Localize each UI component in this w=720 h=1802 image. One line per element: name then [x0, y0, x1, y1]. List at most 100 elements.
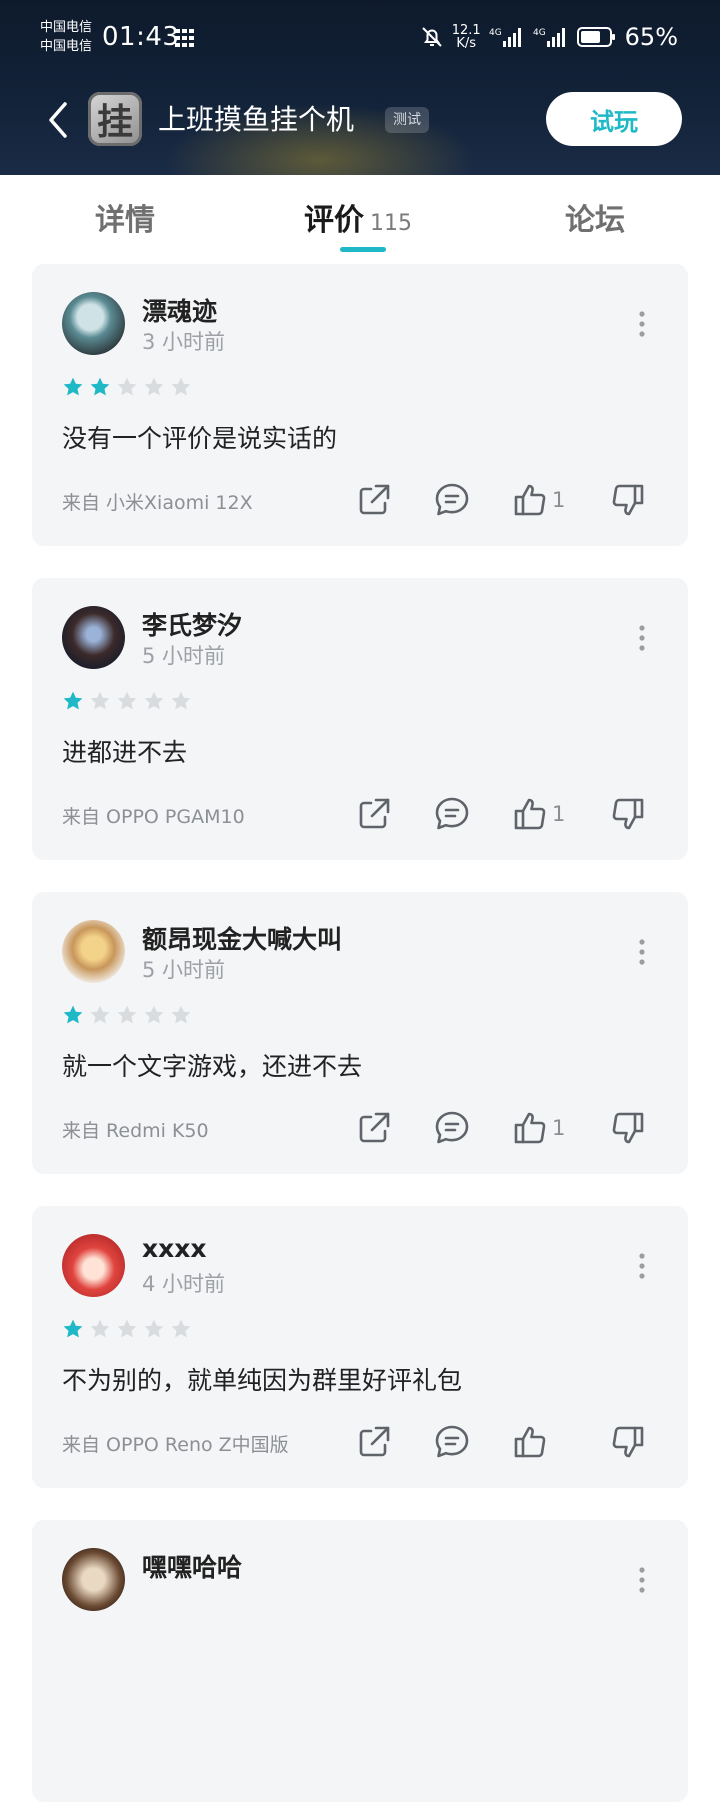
- clock: 01:43: [102, 22, 180, 52]
- status-icons: 12.1 K/s 4G 4G 65%: [420, 22, 678, 52]
- comment-button[interactable]: [430, 478, 474, 522]
- tab-forum[interactable]: 论坛: [565, 195, 625, 239]
- review-username[interactable]: 嘿嘿哈哈: [142, 1548, 242, 1584]
- star-empty-icon: [144, 1005, 164, 1024]
- try-play-button[interactable]: 试玩: [546, 92, 682, 146]
- more-options-button[interactable]: [636, 624, 648, 652]
- review-time: 3 小时前: [142, 330, 226, 354]
- comment-button[interactable]: [430, 1420, 474, 1464]
- share-button[interactable]: [352, 792, 396, 836]
- more-options-button[interactable]: [636, 1252, 648, 1280]
- review-username[interactable]: xxxx: [142, 1234, 207, 1263]
- share-icon: [359, 1112, 390, 1143]
- review-username[interactable]: 额昂现金大喊大叫: [142, 920, 342, 956]
- review-card[interactable]: 嘿嘿哈哈: [32, 1520, 688, 1802]
- review-text: 没有一个评价是说实话的: [62, 424, 338, 453]
- thumbs-down-icon: [612, 484, 644, 516]
- dislike-button[interactable]: [606, 792, 650, 836]
- comment-button[interactable]: [430, 1106, 474, 1150]
- share-button[interactable]: [352, 1106, 396, 1150]
- review-device: 来自 小米Xiaomi 12X: [62, 492, 253, 514]
- review-username[interactable]: 李氏梦汐: [142, 606, 242, 642]
- thumbs-up-icon: [514, 1426, 546, 1458]
- review-time: 4 小时前: [142, 1272, 226, 1296]
- review-time: 5 小时前: [142, 958, 226, 982]
- signal-icon-1: 4G: [489, 28, 521, 47]
- back-button[interactable]: [40, 96, 76, 144]
- dislike-button[interactable]: [606, 1106, 650, 1150]
- carrier-info: 中国电信 中国电信: [40, 18, 92, 56]
- like-button[interactable]: [508, 478, 552, 522]
- user-avatar[interactable]: [62, 606, 125, 669]
- battery-icon: [576, 27, 615, 47]
- star-empty-icon: [171, 1005, 191, 1024]
- review-actions: 1: [352, 478, 650, 522]
- svg-text:4G: 4G: [533, 28, 546, 38]
- review-card[interactable]: 漂魂迹 3 小时前没有一个评价是说实话的来自 小米Xiaomi 12X 1: [32, 264, 688, 546]
- star-filled-icon: [63, 691, 83, 710]
- like-button[interactable]: [508, 1106, 552, 1150]
- signal-icon-2: 4G: [533, 28, 565, 47]
- share-button[interactable]: [352, 478, 396, 522]
- review-text: 不为别的，就单纯因为群里好评礼包: [62, 1366, 463, 1395]
- comment-button[interactable]: [430, 792, 474, 836]
- more-options-button[interactable]: [636, 938, 648, 966]
- star-empty-icon: [117, 377, 137, 396]
- review-card[interactable]: 李氏梦汐 5 小时前进都进不去来自 OPPO PGAM10 1: [32, 578, 688, 860]
- like-count: 1: [552, 1116, 566, 1140]
- star-rating: [62, 1004, 192, 1026]
- more-vertical-icon: [639, 311, 645, 337]
- user-avatar[interactable]: [62, 1548, 125, 1611]
- more-options-button[interactable]: [636, 1566, 648, 1594]
- star-empty-icon: [90, 691, 110, 710]
- review-device: 来自 Redmi K50: [62, 1120, 209, 1142]
- review-card[interactable]: 额昂现金大喊大叫 5 小时前 就一个文字游戏，还进不去 来自 Redmi K50 1: [32, 892, 688, 1174]
- app-header: 中国电信 中国电信 01:43 12.1 K/s 4G 4G 65% 挂 上班摸…: [0, 0, 720, 175]
- share-icon: [359, 484, 390, 515]
- review-time: 5 小时前: [142, 644, 226, 668]
- more-options-button[interactable]: [636, 310, 648, 338]
- tab-reviews[interactable]: 评价 115: [304, 195, 412, 239]
- comment-icon: [435, 1111, 469, 1144]
- thumbs-down-icon: [612, 1426, 644, 1458]
- review-text: 进都进不去: [62, 738, 188, 767]
- review-actions: [352, 1420, 650, 1464]
- network-speed: 12.1 K/s: [452, 24, 481, 50]
- like-count: 1: [552, 802, 566, 826]
- like-button[interactable]: [508, 1420, 552, 1464]
- star-rating: [62, 376, 192, 398]
- user-avatar[interactable]: [62, 292, 125, 355]
- star-empty-icon: [171, 377, 191, 396]
- review-username[interactable]: 漂魂迹: [142, 292, 217, 328]
- comment-icon: [435, 1425, 469, 1458]
- back-arrow-icon: [49, 102, 67, 138]
- tab-reviews-label: 评价: [304, 203, 364, 238]
- tab-bar: 详情 评价 115 论坛: [0, 175, 720, 255]
- thumbs-up-icon: [514, 484, 546, 516]
- user-avatar[interactable]: [62, 920, 125, 983]
- like-button[interactable]: [508, 792, 552, 836]
- tab-details[interactable]: 详情: [95, 195, 155, 239]
- tab-reviews-count: 115: [370, 211, 412, 236]
- star-empty-icon: [171, 691, 191, 710]
- review-device: 来自 OPPO PGAM10: [62, 806, 245, 828]
- dislike-button[interactable]: [606, 478, 650, 522]
- star-empty-icon: [144, 691, 164, 710]
- star-filled-icon: [63, 1005, 83, 1024]
- share-icon: [359, 798, 390, 829]
- star-rating: [62, 690, 192, 712]
- star-rating: [62, 1318, 192, 1340]
- review-card[interactable]: xxxx 4 小时前不为别的，就单纯因为群里好评礼包来自 OPPO Reno Z中…: [32, 1206, 688, 1488]
- star-empty-icon: [144, 377, 164, 396]
- star-empty-icon: [117, 1319, 137, 1338]
- mute-bell-icon: [421, 27, 442, 47]
- star-empty-icon: [90, 1005, 110, 1024]
- dislike-button[interactable]: [606, 1420, 650, 1464]
- share-icon: [359, 1426, 390, 1457]
- svg-text:4G: 4G: [489, 28, 502, 38]
- share-button[interactable]: [352, 1420, 396, 1464]
- thumbs-up-icon: [514, 798, 546, 830]
- user-avatar[interactable]: [62, 1234, 125, 1297]
- star-empty-icon: [90, 1319, 110, 1338]
- review-device: 来自 OPPO Reno Z中国版: [62, 1434, 289, 1456]
